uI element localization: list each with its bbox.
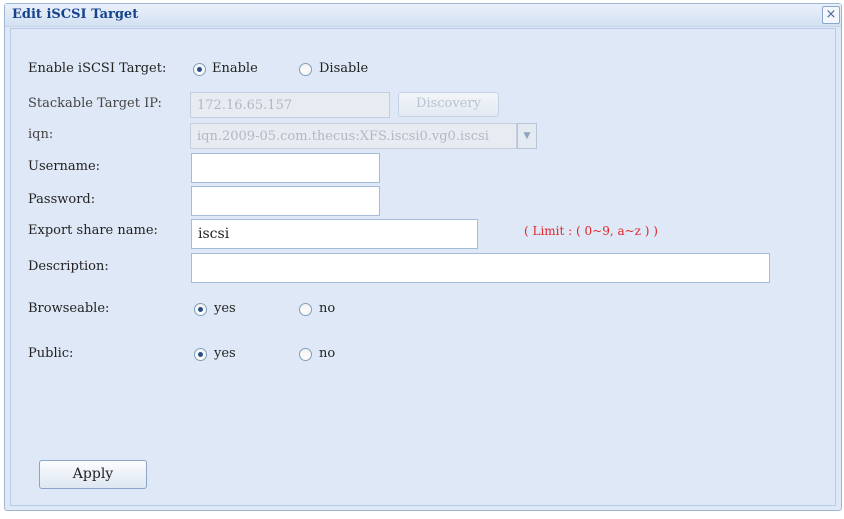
enable-radio[interactable] <box>193 63 206 76</box>
browseable-no-label: no <box>319 301 336 316</box>
description-label: Description: <box>28 259 109 274</box>
discovery-button[interactable]: Discovery <box>398 92 499 117</box>
browseable-label: Browseable: <box>28 301 110 316</box>
dialog-title: Edit iSCSI Target <box>12 7 139 22</box>
export-share-field[interactable] <box>191 219 478 249</box>
username-label: Username: <box>28 159 101 174</box>
description-field[interactable] <box>191 253 770 283</box>
edit-iscsi-target-dialog: Edit iSCSI Target × Enable iSCSI Target:… <box>4 3 842 511</box>
close-icon[interactable]: × <box>822 6 840 24</box>
stackable-ip-label: Stackable Target IP: <box>28 96 162 111</box>
password-label: Password: <box>28 192 96 207</box>
public-no-radio[interactable] <box>299 348 312 361</box>
stackable-ip-field[interactable] <box>190 92 390 118</box>
disable-radio[interactable] <box>299 63 312 76</box>
public-yes-label: yes <box>214 346 236 361</box>
password-field[interactable] <box>191 186 380 216</box>
apply-button[interactable]: Apply <box>39 460 147 489</box>
chevron-down-icon[interactable]: ▼ <box>517 123 537 149</box>
public-no-label: no <box>319 346 336 361</box>
export-share-hint: ( Limit : ( 0~9, a~z ) ) <box>524 224 658 238</box>
enable-radio-label: Enable <box>212 61 258 76</box>
browseable-yes-label: yes <box>214 301 236 316</box>
dialog-titlebar[interactable]: Edit iSCSI Target × <box>5 4 841 27</box>
disable-radio-label: Disable <box>319 61 369 76</box>
public-label: Public: <box>28 346 74 361</box>
browseable-yes-radio[interactable] <box>194 303 207 316</box>
form-panel: Enable iSCSI Target: Enable Disable Stac… <box>10 28 836 506</box>
enable-target-label: Enable iSCSI Target: <box>28 61 167 76</box>
username-field[interactable] <box>191 153 380 183</box>
browseable-no-radio[interactable] <box>299 303 312 316</box>
iqn-label: iqn: <box>28 127 54 142</box>
export-share-label: Export share name: <box>28 223 158 238</box>
iqn-select[interactable] <box>190 123 517 149</box>
public-yes-radio[interactable] <box>194 348 207 361</box>
